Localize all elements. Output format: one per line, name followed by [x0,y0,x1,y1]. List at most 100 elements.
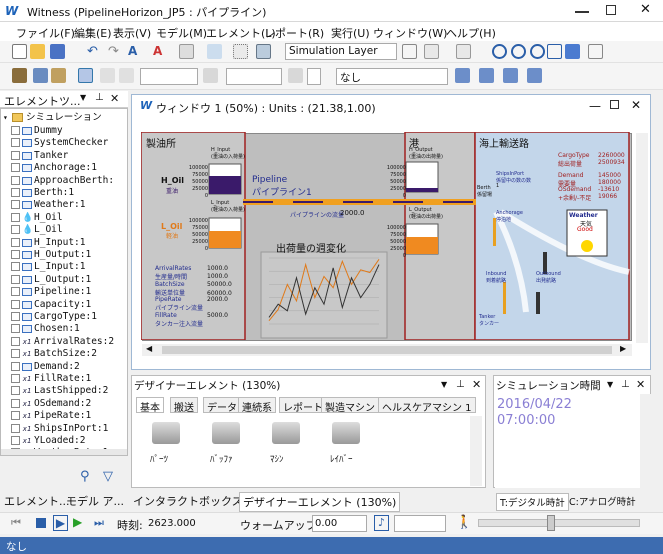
lock-element-icon[interactable] [51,68,66,83]
tree-checkbox[interactable] [11,188,20,197]
zoom-window-icon[interactable] [547,44,562,59]
menu-file[interactable]: ファイル(F) [16,25,75,41]
designer-tab[interactable]: 搬送 [170,397,198,414]
zoom-out-icon[interactable] [511,44,526,59]
designer-close-icon[interactable]: ✕ [472,378,481,391]
tree-checkbox[interactable] [11,398,20,408]
stop-icon[interactable] [36,518,46,528]
tree-checkbox[interactable] [11,250,20,259]
settings-icon[interactable] [588,44,603,59]
tree-checkbox[interactable] [11,336,20,346]
tab-digital-clock[interactable]: T:デジタル時計 [496,493,569,511]
redo-icon[interactable]: ↷ [108,44,123,59]
tree-hscrollbar[interactable] [1,449,127,455]
tree-checkbox[interactable] [11,374,20,383]
play-icon[interactable]: ▶ [73,515,82,529]
tree-checkbox[interactable] [11,126,20,135]
element-tree[interactable]: ▾ シミュレーション Dummy SystemChecker Tanker Ancho… [0,108,128,456]
select-mode-icon[interactable] [78,68,93,83]
tab-analog-clock[interactable]: C:アナログ時計 [569,494,636,508]
designer-tab[interactable]: データ [203,397,241,414]
align-left-icon[interactable] [100,68,115,83]
home-icon[interactable] [12,68,27,83]
line-icon[interactable] [203,68,218,83]
menu-model[interactable]: モデル(M) [156,25,207,41]
tab-elements[interactable]: エレメント... [4,493,70,509]
speed-slider-thumb[interactable] [547,515,555,531]
color-combo[interactable] [226,68,282,85]
zoom-in-icon[interactable] [492,44,507,59]
tree-checkbox[interactable] [11,411,20,421]
tree-checkbox[interactable] [11,274,20,284]
fill-dropdown[interactable] [307,68,321,85]
align-icon[interactable] [233,44,248,59]
actions-icon[interactable] [503,68,518,83]
tree-checkbox[interactable] [11,423,20,433]
designer-tab[interactable]: ヘルスケアマシン 1 [378,397,476,414]
undo-icon[interactable]: ↶ [87,44,102,59]
display-icon[interactable] [455,68,470,83]
tree-checkbox[interactable] [11,212,20,222]
mdi-close-icon[interactable]: ✕ [631,98,641,112]
open-icon[interactable] [30,44,45,59]
lock-icon[interactable] [402,44,417,59]
designer-scrollbar[interactable] [470,416,482,486]
tree-checkbox[interactable] [11,262,20,272]
style-combo[interactable] [140,68,198,85]
tree-checkbox[interactable] [11,436,20,445]
pin-icon[interactable]: ⊥ [95,92,104,103]
font-color-icon[interactable]: A [153,44,168,59]
collapse-icon[interactable]: ▾ [3,112,8,124]
warmup-input[interactable]: 0.00 [312,515,367,532]
layer-combo[interactable]: Simulation Layer [285,43,397,60]
tree-checkbox[interactable] [11,200,20,210]
designer-item-icon[interactable] [272,422,300,444]
tab-designer-elements[interactable]: デザイナーエレメント (130%) [239,492,401,512]
maximize-icon[interactable] [606,5,616,15]
walk-icon[interactable]: 🚶 [456,515,472,530]
mdi-vscrollbar[interactable] [636,133,648,343]
mdi-hscrollbar[interactable]: ◀ ▶ [142,344,632,356]
menu-report[interactable]: レポート(R) [264,25,324,41]
tab-interact-box[interactable]: インタラクトボックス(I) [133,493,255,509]
tree-checkbox[interactable] [11,312,20,321]
sim-close-icon[interactable]: ✕ [636,378,645,391]
sim-scrollbar[interactable] [640,394,651,488]
tree-checkbox[interactable] [11,150,20,160]
line-style-icon[interactable] [179,44,194,59]
tree-checkbox[interactable] [11,237,20,247]
tree-checkbox[interactable] [11,361,20,371]
sim-pin-icon[interactable]: ⊥ [621,379,630,390]
tree-checkbox[interactable] [11,299,20,309]
menu-view[interactable]: 表示(V) [113,25,151,41]
report-icon[interactable] [527,68,542,83]
designer-dropdown-icon[interactable]: ▼ [441,380,447,389]
tree-checkbox[interactable] [11,225,20,235]
designer-pin-icon[interactable]: ⊥ [456,379,465,390]
sim-dropdown-icon[interactable]: ▼ [607,380,613,389]
tab-model[interactable]: モデル ア... [66,493,124,509]
alarm-input[interactable] [394,515,446,532]
bell-icon[interactable]: ♪ [374,515,389,531]
menu-help[interactable]: ヘルプ(H) [446,25,496,41]
font-size-icon[interactable]: A [128,44,143,59]
close-icon[interactable]: ✕ [640,2,651,17]
close-panel-icon[interactable]: ✕ [110,92,119,105]
speed-slider[interactable] [478,519,640,527]
detail-icon[interactable] [479,68,494,83]
designer-tab[interactable]: レポート [279,397,327,414]
fill-icon[interactable] [288,68,303,83]
tree-checkbox[interactable] [11,287,20,297]
tree-checkbox[interactable] [11,163,20,173]
zoom-fit-icon[interactable] [530,44,545,59]
group-icon[interactable] [456,44,471,59]
align-right-icon[interactable] [119,68,134,83]
grid-icon[interactable] [256,44,271,59]
designer-item-icon[interactable] [332,422,360,444]
tree-checkbox[interactable] [11,138,20,148]
dropdown-icon[interactable]: ▼ [80,93,86,102]
tree-checkbox[interactable] [11,324,20,334]
tree-checkbox[interactable] [11,386,20,396]
designer-item-icon[interactable] [152,422,180,444]
menu-window[interactable]: ウィンドウ(W) [373,25,447,41]
